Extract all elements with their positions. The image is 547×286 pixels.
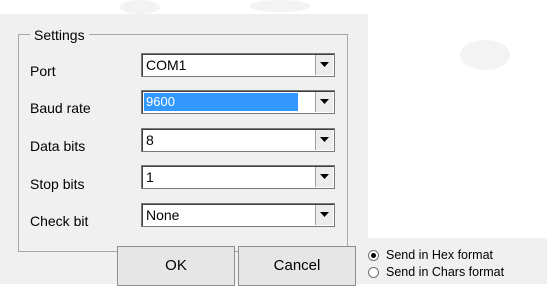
scan-artifact (460, 40, 510, 70)
scan-artifact (120, 0, 160, 14)
port-label: Port (30, 63, 56, 79)
baud-rate-select[interactable]: 9600 (141, 90, 335, 114)
chevron-down-icon[interactable] (315, 167, 333, 187)
stop-bits-label: Stop bits (30, 176, 85, 192)
check-bit-value: None (146, 207, 180, 223)
port-select[interactable]: COM1 (141, 53, 335, 77)
ok-button[interactable]: OK (117, 246, 235, 286)
cancel-button[interactable]: Cancel (238, 246, 356, 286)
settings-group-title: Settings (30, 27, 89, 43)
data-bits-label: Data bits (30, 138, 86, 154)
data-bits-select[interactable]: 8 (141, 128, 335, 152)
baud-rate-value: 9600 (144, 93, 298, 111)
stop-bits-select[interactable]: 1 (141, 165, 335, 189)
data-bits-value: 8 (146, 132, 154, 148)
chevron-down-icon[interactable] (315, 130, 333, 150)
check-bit-label: Check bit (30, 213, 89, 229)
serial-settings-dialog: Settings Port COM1 Baud rate 9600 Data b… (0, 14, 368, 286)
chevron-down-icon[interactable] (315, 55, 333, 75)
check-bit-select[interactable]: None (141, 203, 335, 227)
chevron-down-icon[interactable] (315, 205, 333, 225)
radio-button[interactable] (368, 267, 379, 278)
radio-button[interactable] (368, 250, 379, 261)
stop-bits-value: 1 (146, 169, 154, 185)
chevron-down-icon[interactable] (315, 92, 333, 112)
port-value: COM1 (146, 57, 187, 73)
send-format-panel: Send in Hex format Send in Chars format (358, 238, 547, 284)
scan-artifact (250, 0, 310, 12)
send-hex-label: Send in Hex format (386, 248, 493, 262)
send-chars-label: Send in Chars format (386, 265, 505, 279)
baud-rate-label: Baud rate (30, 100, 91, 116)
